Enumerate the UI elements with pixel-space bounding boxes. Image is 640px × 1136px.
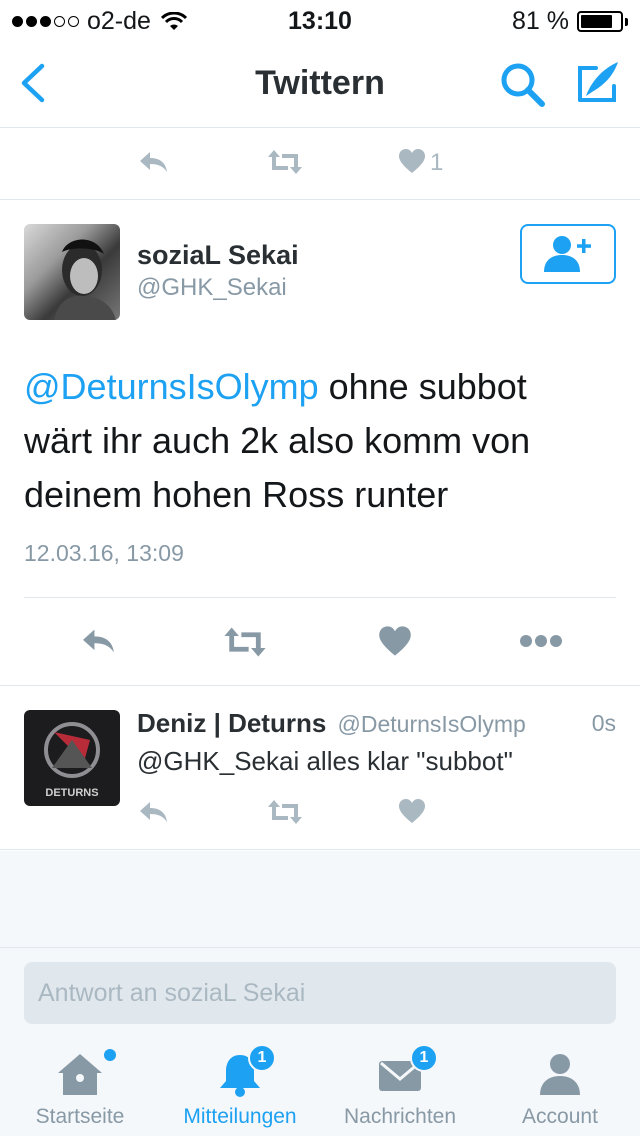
person-icon	[540, 1054, 580, 1095]
compose-tweet-icon[interactable]	[572, 58, 622, 108]
reply-compose-bar	[0, 947, 640, 1039]
retweet-icon[interactable]	[222, 625, 268, 659]
author-handle[interactable]: @GHK_Sekai	[137, 274, 287, 302]
tab-account[interactable]: Account	[480, 1039, 640, 1136]
reply-author-handle[interactable]: @DeturnsIsOlymp	[338, 711, 526, 737]
tab-home[interactable]: Startseite	[0, 1039, 160, 1136]
like-icon[interactable]	[398, 798, 426, 824]
search-icon[interactable]	[498, 60, 546, 108]
tweet-text: @DeturnsIsOlymp ohne subbot wärt ihr auc…	[24, 360, 604, 522]
retweet-icon[interactable]	[266, 798, 304, 826]
reply-icon[interactable]	[80, 625, 118, 657]
reply-text: @GHK_Sekai alles klar "subbot"	[137, 746, 513, 776]
author-avatar[interactable]	[24, 224, 120, 320]
home-icon	[58, 1054, 102, 1095]
retweet-icon[interactable]	[266, 148, 304, 176]
reply-author-avatar[interactable]: DETURNS	[24, 710, 120, 806]
reply-header: Deniz | Deturns @DeturnsIsOlymp	[137, 708, 526, 739]
tab-bar: Startseite 1 Mitteilungen 1 Nachrichten …	[0, 1039, 640, 1136]
tab-label: Account	[522, 1105, 598, 1128]
reply-icon[interactable]	[138, 148, 170, 176]
reply-author-name[interactable]: Deniz | Deturns	[137, 708, 326, 738]
like-count: 1	[430, 149, 444, 176]
tab-label: Startseite	[35, 1105, 125, 1128]
battery-status: 81 %	[512, 7, 628, 36]
tab-label: Mitteilungen	[183, 1105, 297, 1128]
follow-button[interactable]	[520, 224, 616, 284]
reply-avatar-logo-text: DETURNS	[45, 787, 98, 799]
mention-link[interactable]: @DeturnsIsOlymp	[24, 366, 319, 407]
main-tweet: soziaL Sekai @GHK_Sekai @DeturnsIsOlymp …	[0, 200, 640, 686]
author-name[interactable]: soziaL Sekai	[137, 240, 299, 271]
like-icon[interactable]	[378, 625, 412, 657]
reply-icon[interactable]	[138, 798, 170, 826]
reply-tweet[interactable]: DETURNS Deniz | Deturns @DeturnsIsOlymp …	[0, 686, 640, 850]
like-icon[interactable]	[398, 148, 426, 174]
tab-label: Nachrichten	[343, 1105, 457, 1128]
more-options-icon[interactable]	[518, 625, 564, 657]
reply-input[interactable]	[24, 962, 616, 1024]
home-unread-dot	[104, 1049, 116, 1061]
previous-tweet-actions: 1	[0, 128, 640, 200]
battery-icon	[577, 11, 623, 32]
status-bar: o2-de 13:10 81 %	[0, 0, 640, 40]
messages-badge: 1	[410, 1044, 438, 1072]
reply-timestamp: 0s	[591, 710, 616, 736]
tab-messages[interactable]: 1 Nachrichten	[320, 1039, 480, 1136]
divider	[24, 597, 616, 598]
notifications-badge: 1	[248, 1044, 276, 1072]
tab-notifications[interactable]: 1 Mitteilungen	[160, 1039, 320, 1136]
empty-space	[0, 851, 640, 947]
tweet-timestamp: 12.03.16, 13:09	[24, 540, 184, 566]
add-user-icon	[544, 236, 591, 272]
battery-percentage: 81 %	[512, 7, 569, 35]
navigation-bar: Twittern	[0, 40, 640, 128]
